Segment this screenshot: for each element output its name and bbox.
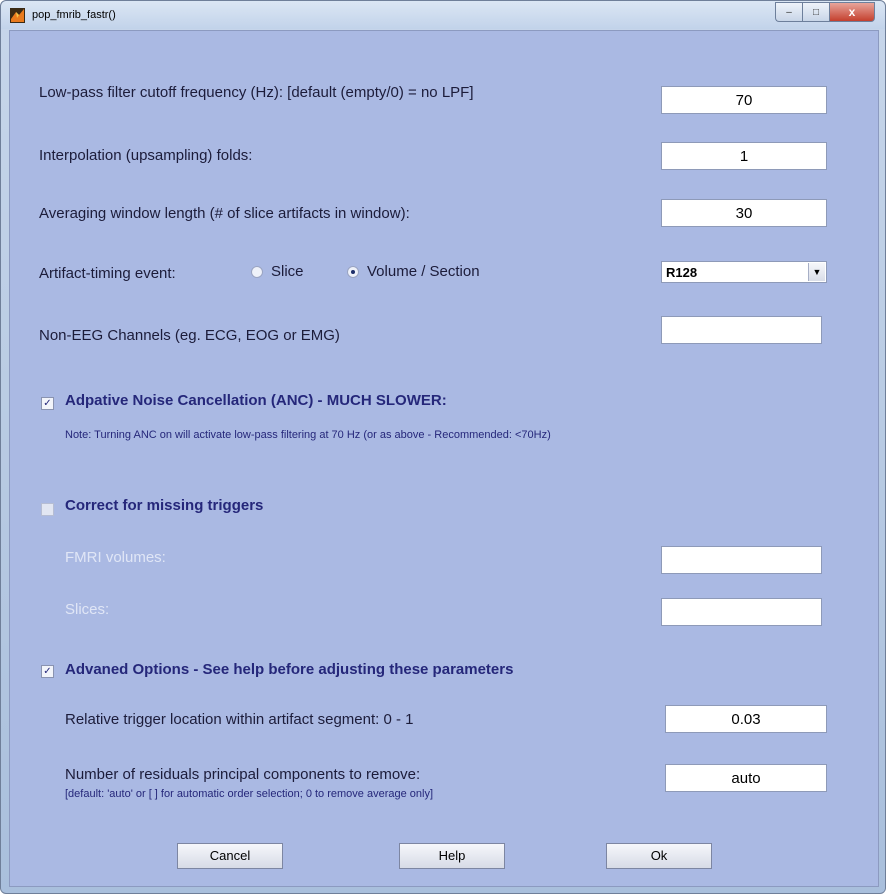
residual-pcs-note: [default: 'auto' or [ ] for automatic or… [65,788,434,800]
ok-button[interactable]: Ok [606,843,712,869]
help-button[interactable]: Help [399,843,505,869]
advanced-options-checkbox[interactable]: ✓ [41,665,54,678]
slice-radio[interactable] [251,266,263,278]
interp-label: Interpolation (upsampling) folds: [39,147,253,164]
lpf-label: Low-pass filter cutoff frequency (Hz): [… [39,84,474,101]
advanced-options-label: Advaned Options - See help before adjust… [65,661,514,678]
lpf-input[interactable] [661,86,827,114]
anc-note: Note: Turning ANC on will activate low-p… [65,429,551,441]
event-select[interactable]: R128 ▼ [661,261,827,283]
slices-label: Slices: [65,601,110,618]
fmri-volumes-label: FMRI volumes: [65,549,166,566]
residual-pcs-label: Number of residuals principal components… [65,766,421,783]
dialog-window: pop_fmrib_fastr() – □ x Low-pass filter … [0,0,886,894]
trigger-location-label: Relative trigger location within artifac… [65,711,414,728]
trigger-location-input[interactable] [665,705,827,733]
slices-input[interactable] [661,598,822,626]
missing-triggers-checkbox[interactable] [41,503,54,516]
anc-checkbox[interactable]: ✓ [41,397,54,410]
slice-radio-label[interactable]: Slice [271,263,304,280]
title-bar[interactable]: pop_fmrib_fastr() – □ x [1,1,885,29]
avg-window-label: Averaging window length (# of slice arti… [39,205,410,222]
fmri-volumes-input[interactable] [661,546,822,574]
volume-radio[interactable] [347,266,359,278]
volume-radio-label[interactable]: Volume / Section [367,263,480,280]
non-eeg-label: Non-EEG Channels (eg. ECG, EOG or EMG) [39,327,340,344]
dialog-body: Low-pass filter cutoff frequency (Hz): [… [9,30,879,887]
anc-label: Adpative Noise Cancellation (ANC) - MUCH… [65,392,447,409]
residual-pcs-input[interactable] [665,764,827,792]
minimize-button[interactable]: – [775,2,802,22]
cancel-button[interactable]: Cancel [177,843,283,869]
timing-label: Artifact-timing event: [39,265,176,282]
avg-window-input[interactable] [661,199,827,227]
non-eeg-input[interactable] [661,316,822,344]
interp-input[interactable] [661,142,827,170]
maximize-button[interactable]: □ [802,2,829,22]
dropdown-arrow-icon[interactable]: ▼ [808,263,825,281]
close-button[interactable]: x [829,2,875,22]
missing-triggers-label: Correct for missing triggers [65,497,264,514]
event-select-value: R128 [666,265,698,280]
window-controls: – □ x [775,2,875,22]
matlab-app-icon [10,8,25,23]
window-title: pop_fmrib_fastr() [32,9,116,21]
